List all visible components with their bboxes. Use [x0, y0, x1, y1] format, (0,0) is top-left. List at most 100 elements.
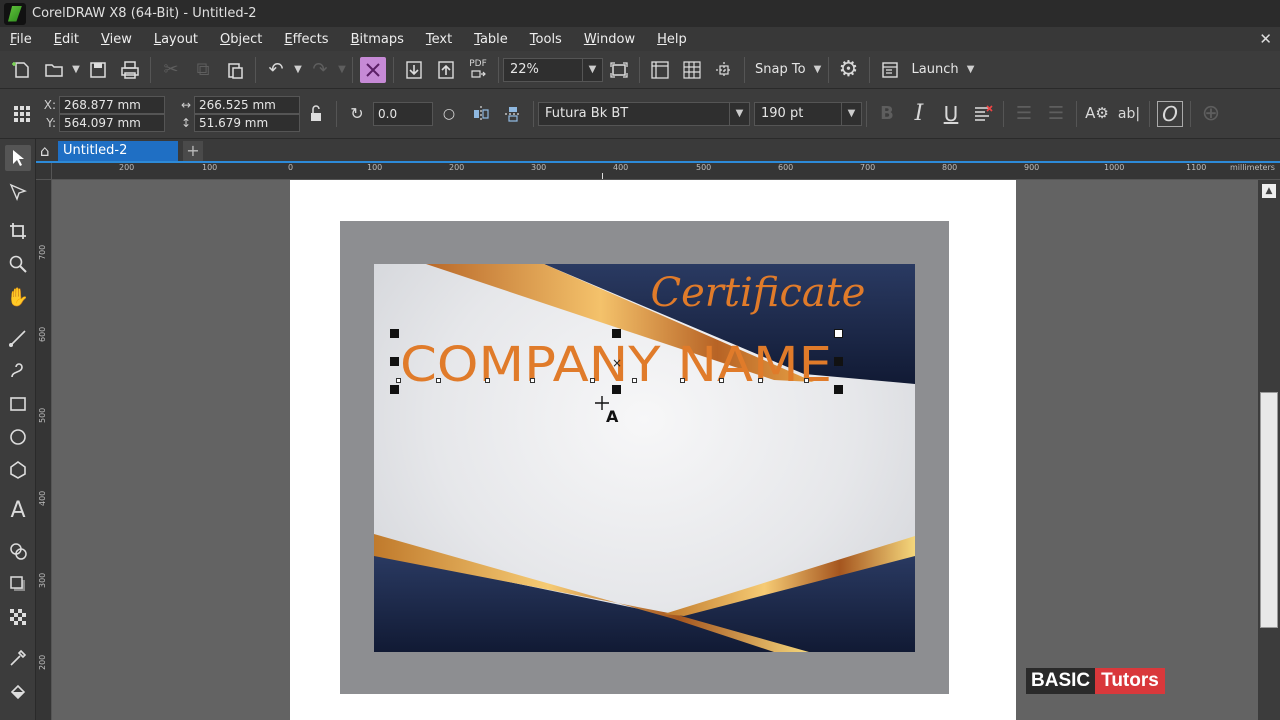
width-field[interactable]: 266.525 mm: [194, 95, 300, 114]
italic-button[interactable]: I: [906, 101, 932, 127]
shape-tool-icon[interactable]: [5, 179, 31, 205]
pan-tool-icon[interactable]: ✋: [5, 284, 31, 310]
crop-tool-icon[interactable]: [5, 218, 31, 244]
launch-dropdown-icon[interactable]: ▼: [965, 57, 977, 83]
selection-handle-top-middle[interactable]: [612, 329, 621, 338]
character-node[interactable]: [680, 378, 685, 383]
menu-edit[interactable]: Edit: [54, 32, 79, 47]
new-document-icon[interactable]: [9, 57, 35, 83]
height-field[interactable]: 51.679 mm: [194, 113, 300, 132]
eyedropper-tool-icon[interactable]: [5, 645, 31, 671]
interactive-tool-icon[interactable]: [5, 538, 31, 564]
pick-tool-icon[interactable]: [5, 145, 31, 171]
artistic-media-tool-icon[interactable]: [5, 358, 31, 384]
text-tool-icon[interactable]: A: [5, 497, 31, 523]
scroll-up-icon[interactable]: ▲: [1262, 184, 1276, 198]
print-icon[interactable]: [117, 57, 143, 83]
underline-button[interactable]: U: [938, 101, 964, 127]
paste-icon[interactable]: [222, 57, 248, 83]
bullet-list-icon[interactable]: ☰: [1011, 101, 1037, 127]
fill-tool-icon[interactable]: [5, 679, 31, 705]
edit-text-icon[interactable]: ab|: [1116, 101, 1142, 127]
home-icon[interactable]: ⌂: [40, 142, 58, 160]
font-list-dropdown-icon[interactable]: ▼: [729, 102, 749, 125]
import-icon[interactable]: [401, 57, 427, 83]
x-position-field[interactable]: 268.877 mm: [59, 95, 165, 114]
character-node[interactable]: [804, 378, 809, 383]
show-rulers-icon[interactable]: [647, 57, 673, 83]
polygon-tool-icon[interactable]: [5, 457, 31, 483]
close-document-icon[interactable]: ✕: [1259, 30, 1272, 48]
rotation-field[interactable]: 0.0: [373, 101, 433, 126]
font-size-dropdown-icon[interactable]: ▼: [841, 102, 861, 125]
selection-handle-bottom-left[interactable]: [390, 385, 399, 394]
undo-icon[interactable]: ↶: [263, 57, 289, 83]
vertical-ruler[interactable]: 700 600 500 400 300 200: [36, 180, 52, 720]
selection-handle-top-right[interactable]: [834, 329, 843, 338]
font-list-combo[interactable]: Futura Bk BT ▼: [538, 101, 750, 126]
ellipse-tool-icon[interactable]: [5, 424, 31, 450]
menu-text[interactable]: Text: [426, 32, 452, 47]
character-node[interactable]: [530, 378, 535, 383]
opentype-icon[interactable]: O: [1157, 100, 1183, 127]
character-node[interactable]: [485, 378, 490, 383]
text-properties-icon[interactable]: A⚙: [1084, 101, 1110, 127]
zoom-level-combo[interactable]: 22% ▼: [503, 57, 603, 82]
character-node[interactable]: [436, 378, 441, 383]
selection-handle-middle-left[interactable]: [390, 357, 399, 366]
drawing-canvas[interactable]: Certificate COMPANY NAME × A: [52, 180, 1258, 720]
certificate-artwork[interactable]: Certificate COMPANY NAME: [374, 264, 915, 652]
lock-ratio-icon[interactable]: [303, 101, 329, 127]
copy-icon[interactable]: ⧉: [190, 57, 216, 83]
character-node[interactable]: [590, 378, 595, 383]
open-dropdown-icon[interactable]: ▼: [70, 57, 82, 83]
mirror-horizontal-icon[interactable]: [468, 101, 494, 127]
launch-app-icon[interactable]: [877, 57, 903, 83]
drop-shadow-tool-icon[interactable]: [5, 571, 31, 597]
selection-handle-bottom-middle[interactable]: [612, 385, 621, 394]
character-node[interactable]: [758, 378, 763, 383]
font-size-combo[interactable]: 190 pt ▼: [754, 101, 862, 126]
publish-pdf-icon[interactable]: PDF: [465, 57, 491, 83]
bold-icon[interactable]: B: [874, 101, 900, 127]
numbered-list-icon[interactable]: ☰: [1043, 101, 1069, 127]
full-screen-icon[interactable]: [606, 57, 632, 83]
selection-handle-bottom-right[interactable]: [834, 385, 843, 394]
zoom-tool-icon[interactable]: [5, 251, 31, 277]
redo-icon[interactable]: ↷: [307, 57, 333, 83]
certificate-title[interactable]: Certificate: [651, 270, 866, 316]
cut-icon[interactable]: ✂: [158, 57, 184, 83]
transparency-tool-icon[interactable]: [5, 604, 31, 630]
horizontal-ruler[interactable]: 200 100 0 100 200 300 400 500 600 700 80…: [52, 163, 1280, 180]
menu-tools[interactable]: Tools: [530, 32, 562, 47]
options-gear-icon[interactable]: ⚙: [836, 57, 862, 83]
character-node[interactable]: [719, 378, 724, 383]
show-guidelines-icon[interactable]: [711, 57, 737, 83]
show-grid-icon[interactable]: [679, 57, 705, 83]
save-icon[interactable]: [85, 57, 111, 83]
selection-handle-middle-right[interactable]: [834, 357, 843, 366]
character-node[interactable]: [632, 378, 637, 383]
undo-dropdown-icon[interactable]: ▼: [292, 57, 304, 83]
text-alignment-icon[interactable]: [970, 101, 996, 127]
y-position-field[interactable]: 564.097 mm: [59, 113, 165, 132]
menu-file[interactable]: File: [10, 32, 32, 47]
export-icon[interactable]: [433, 57, 459, 83]
launch-label[interactable]: Launch: [912, 62, 959, 77]
menu-table[interactable]: Table: [474, 32, 508, 47]
vertical-scrollbar[interactable]: ▲: [1258, 180, 1280, 720]
ruler-corner[interactable]: [36, 163, 52, 180]
menu-view[interactable]: View: [101, 32, 132, 47]
redo-dropdown-icon[interactable]: ▼: [336, 57, 348, 83]
add-icon[interactable]: ⊕: [1198, 101, 1224, 127]
zoom-dropdown-icon[interactable]: ▼: [582, 58, 602, 81]
menu-object[interactable]: Object: [220, 32, 262, 47]
search-content-icon[interactable]: [360, 56, 386, 83]
menu-window[interactable]: Window: [584, 32, 635, 47]
character-node[interactable]: [396, 378, 401, 383]
menu-help[interactable]: Help: [657, 32, 687, 47]
snap-to-label[interactable]: Snap To: [755, 62, 806, 77]
selection-handle-top-left[interactable]: [390, 329, 399, 338]
scrollbar-thumb[interactable]: [1260, 392, 1278, 628]
menu-layout[interactable]: Layout: [154, 32, 198, 47]
